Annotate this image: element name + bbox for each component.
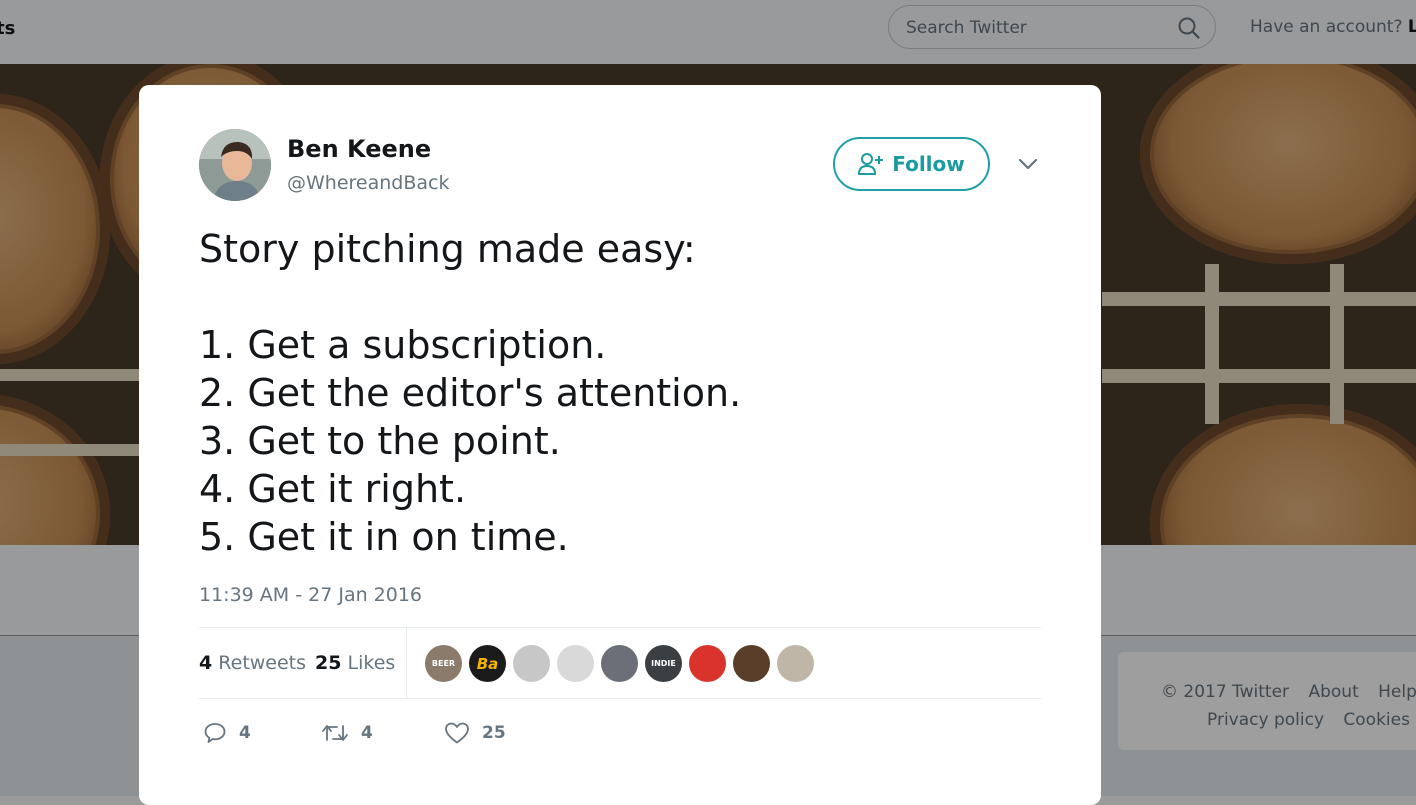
tweet-text: Story pitching made easy: 1. Get a subsc… — [199, 227, 742, 559]
liker-avatar[interactable]: INDIE — [645, 645, 682, 682]
likes-label: Likes — [347, 652, 396, 674]
likes-count: 25 — [315, 652, 342, 674]
liker-avatar[interactable] — [513, 645, 550, 682]
liker-avatar[interactable] — [601, 645, 638, 682]
retweet-action-count: 4 — [361, 723, 373, 743]
like-action-count: 25 — [482, 723, 506, 743]
retweets-count: 4 — [199, 652, 213, 674]
heart-icon — [445, 722, 469, 744]
liker-avatar-text: BEER — [431, 659, 456, 668]
liker-avatar[interactable] — [777, 645, 814, 682]
tweet-stats: 4 Retweets 25 Likes BEER Ba INDIE — [199, 627, 1041, 699]
like-button[interactable]: 25 — [444, 721, 506, 745]
retweet-button[interactable]: 4 — [321, 721, 373, 745]
person-icon — [199, 129, 271, 201]
add-user-icon — [858, 153, 884, 175]
liker-avatar[interactable] — [689, 645, 726, 682]
liker-avatar[interactable]: Ba — [469, 645, 506, 682]
reply-count: 4 — [239, 723, 251, 743]
stats-divider — [406, 628, 407, 698]
reply-icon — [204, 723, 226, 743]
liker-avatar[interactable] — [557, 645, 594, 682]
chevron-down-icon[interactable] — [1017, 157, 1039, 171]
author-avatar[interactable] — [199, 129, 271, 201]
liker-avatar-text: INDIE — [651, 659, 676, 668]
likes-stat[interactable]: 25 Likes — [315, 652, 395, 674]
liker-avatar[interactable]: BEER — [425, 645, 462, 682]
liker-avatar-text: Ba — [476, 654, 499, 673]
follow-button[interactable]: Follow — [833, 137, 990, 191]
retweets-label: Retweets — [218, 652, 307, 674]
reply-button[interactable]: 4 — [203, 721, 251, 745]
follow-label: Follow — [892, 152, 965, 176]
liker-avatar[interactable] — [733, 645, 770, 682]
tweet-timestamp[interactable]: 11:39 AM - 27 Jan 2016 — [199, 584, 422, 606]
author-handle[interactable]: @WhereandBack — [287, 172, 449, 194]
likers-avatars: BEER Ba INDIE — [425, 645, 814, 682]
retweet-icon — [322, 725, 348, 741]
retweets-stat[interactable]: 4 Retweets — [199, 652, 306, 674]
author-name[interactable]: Ben Keene — [287, 135, 431, 163]
tweet-modal: Ben Keene @WhereandBack Follow Story pit… — [139, 85, 1101, 805]
